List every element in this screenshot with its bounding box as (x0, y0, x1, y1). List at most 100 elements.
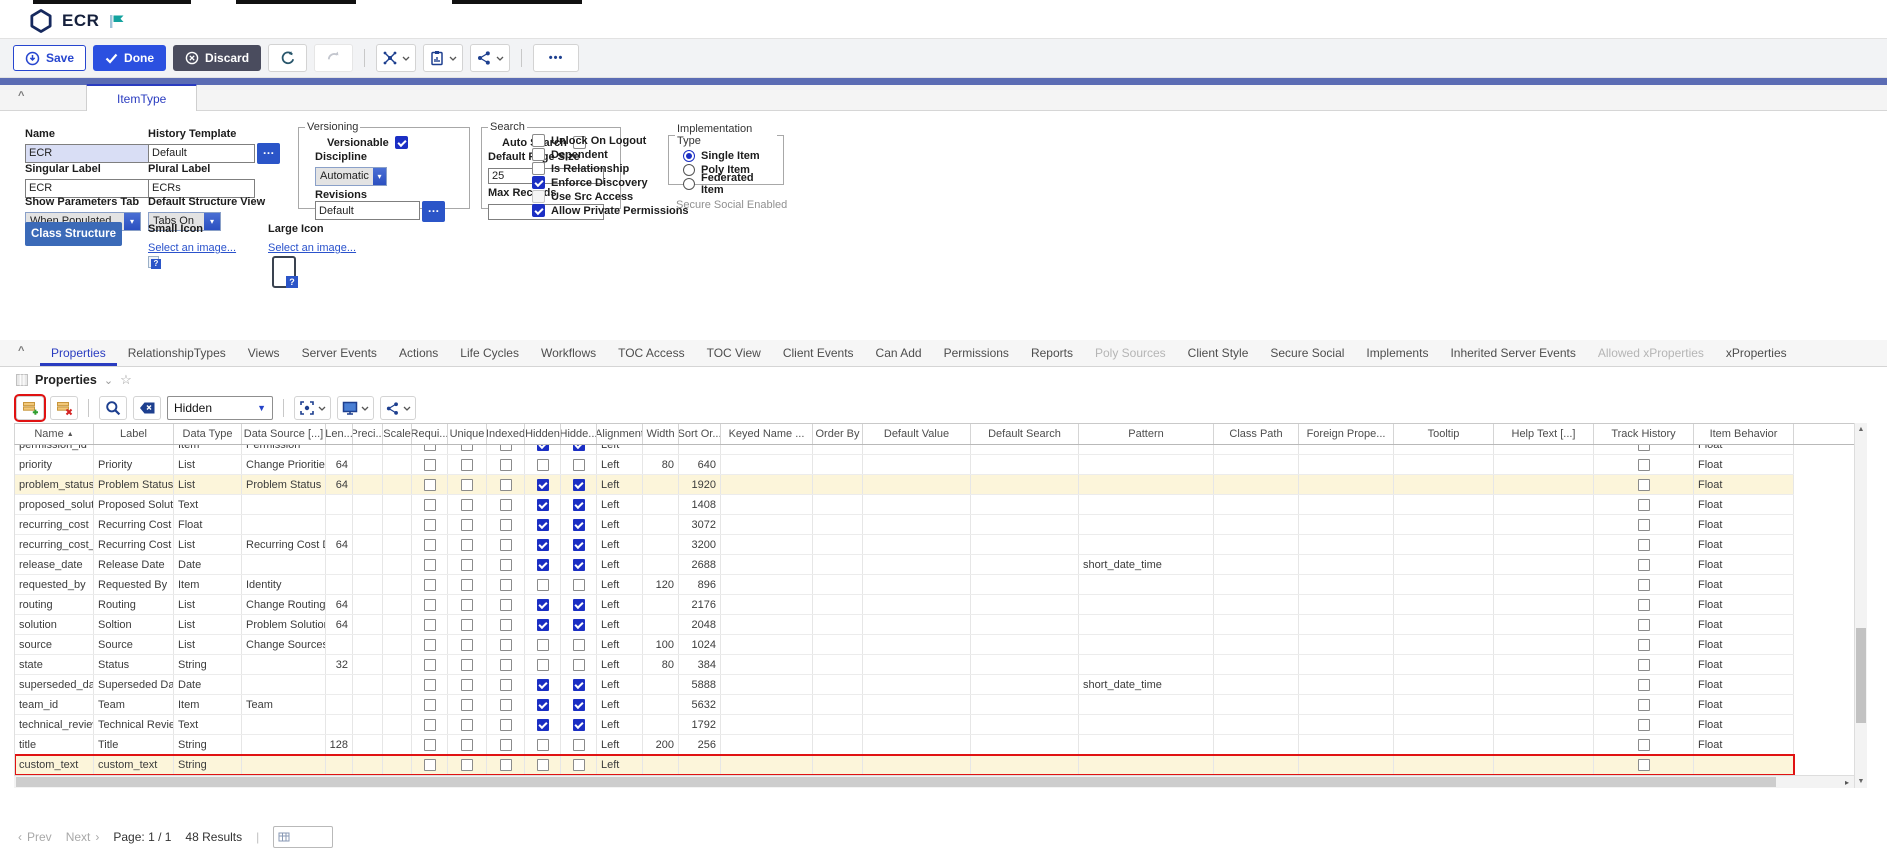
table-row[interactable]: team_idTeamItemTeamLeft5632Float (15, 695, 1794, 715)
table-row[interactable]: proposed_solutionProposed SolutionTextLe… (15, 495, 1794, 515)
checkbox[interactable] (573, 599, 585, 611)
column-header-width[interactable]: Width (643, 424, 679, 444)
focus-dropdown-button[interactable] (294, 396, 331, 420)
checkbox[interactable] (424, 519, 436, 531)
table-row[interactable]: recurring_cost_direc...Recurring Cost Di… (15, 535, 1794, 555)
favorite-star-icon[interactable]: ☆ (120, 372, 132, 388)
checkbox[interactable] (573, 579, 585, 591)
checkbox[interactable] (461, 479, 473, 491)
checkbox[interactable] (461, 739, 473, 751)
scroll-right-icon[interactable]: ▸ (1840, 776, 1854, 788)
display-dropdown-button[interactable] (337, 396, 374, 420)
discard-button[interactable]: Discard (173, 45, 261, 71)
checkbox[interactable] (573, 539, 585, 551)
checkbox[interactable] (424, 739, 436, 751)
column-header-preci[interactable]: Preci... (353, 424, 383, 444)
checkbox-unlock-on-logout[interactable] (532, 134, 545, 147)
checkbox[interactable] (424, 499, 436, 511)
checkbox[interactable] (424, 639, 436, 651)
grid-filter-select[interactable]: Hidden ▼ (167, 396, 273, 420)
checkbox[interactable] (424, 445, 436, 451)
checkbox[interactable] (537, 539, 549, 551)
checkbox[interactable] (537, 759, 549, 771)
checkbox[interactable] (500, 559, 512, 571)
checkbox[interactable] (1638, 579, 1650, 591)
checkbox[interactable] (500, 679, 512, 691)
scrollbar-thumb[interactable] (1856, 628, 1866, 723)
checkbox[interactable] (573, 719, 585, 731)
tab-can-add[interactable]: Can Add (865, 340, 933, 366)
checkbox[interactable] (461, 639, 473, 651)
tab-implements[interactable]: Implements (1355, 340, 1439, 366)
checkbox[interactable] (537, 699, 549, 711)
checkbox[interactable] (537, 445, 549, 451)
checkbox-dependent[interactable] (532, 148, 545, 161)
checkbox[interactable] (500, 639, 512, 651)
tab-properties[interactable]: Properties (40, 340, 117, 366)
checkbox-enforce-discovery[interactable] (532, 176, 545, 189)
tab-itemtype[interactable]: ItemType (86, 84, 197, 111)
checkbox[interactable] (461, 679, 473, 691)
checkbox[interactable] (537, 719, 549, 731)
checkbox[interactable] (424, 759, 436, 771)
tab-life-cycles[interactable]: Life Cycles (449, 340, 530, 366)
checkbox[interactable] (573, 479, 585, 491)
checkbox[interactable] (500, 659, 512, 671)
checkbox[interactable] (1638, 559, 1650, 571)
checkbox[interactable] (461, 599, 473, 611)
column-header-scale[interactable]: Scale (383, 424, 412, 444)
checkbox[interactable] (424, 559, 436, 571)
table-row[interactable]: custom_textcustom_textStringLeft (15, 755, 1794, 775)
tab-toc-view[interactable]: TOC View (696, 340, 772, 366)
checkbox[interactable] (573, 499, 585, 511)
impact-analysis-dropdown-button[interactable] (376, 44, 416, 72)
page-size-input[interactable] (273, 826, 333, 848)
checkbox[interactable] (573, 639, 585, 651)
collapse-panel-icon[interactable]: ^ (18, 345, 24, 357)
share-dropdown-button[interactable] (470, 44, 510, 72)
column-header-pattern[interactable]: Pattern (1079, 424, 1214, 444)
column-header-hidden[interactable]: Hidden (525, 424, 561, 444)
refresh-button[interactable] (268, 44, 307, 72)
checkbox[interactable] (573, 459, 585, 471)
column-header-help_text[interactable]: Help Text [...] (1494, 424, 1594, 444)
checkbox[interactable] (573, 445, 585, 451)
checkbox[interactable] (424, 679, 436, 691)
checkbox[interactable] (461, 579, 473, 591)
column-header-order_by[interactable]: Order By (813, 424, 863, 444)
checkbox[interactable] (537, 639, 549, 651)
versionable-checkbox[interactable] (395, 136, 408, 149)
column-header-indexed[interactable]: Indexed (487, 424, 525, 444)
large-icon-placeholder[interactable]: ? (272, 256, 296, 288)
table-row[interactable]: problem_statusProblem StatusListProblem … (15, 475, 1794, 495)
checkbox[interactable] (573, 679, 585, 691)
next-page-button[interactable]: Next › (66, 830, 100, 844)
radio-single-item[interactable] (683, 150, 695, 162)
column-header-tooltip[interactable]: Tooltip (1394, 424, 1494, 444)
checkbox[interactable] (461, 519, 473, 531)
checkbox[interactable] (500, 739, 512, 751)
table-row[interactable]: technical_reviewTechnical ReviewTextLeft… (15, 715, 1794, 735)
history-template-browse-button[interactable]: … (257, 143, 280, 164)
checkbox[interactable] (424, 599, 436, 611)
checkbox[interactable] (500, 445, 512, 451)
column-header-len[interactable]: Len... (326, 424, 353, 444)
tab-server-events[interactable]: Server Events (291, 340, 388, 366)
column-header-data_source[interactable]: Data Source [...] (242, 424, 326, 444)
singular-label-input[interactable] (25, 179, 153, 198)
checkbox[interactable] (461, 499, 473, 511)
column-header-keyed_name[interactable]: Keyed Name ... (721, 424, 813, 444)
reports-dropdown-button[interactable] (423, 44, 463, 72)
name-input[interactable] (25, 144, 153, 163)
column-header-name[interactable]: Name▲ (15, 424, 94, 444)
checkbox[interactable] (424, 459, 436, 471)
table-row[interactable]: titleTitleString128Left200256Float (15, 735, 1794, 755)
checkbox[interactable] (1638, 739, 1650, 751)
table-row[interactable]: release_dateRelease DateDateLeft2688shor… (15, 555, 1794, 575)
tab-views[interactable]: Views (237, 340, 291, 366)
scrollbar-thumb[interactable] (16, 777, 1776, 787)
scroll-up-icon[interactable]: ▲ (1855, 423, 1867, 436)
checkbox[interactable] (461, 559, 473, 571)
tab-workflows[interactable]: Workflows (530, 340, 607, 366)
column-header-hidden2[interactable]: Hidde... (561, 424, 597, 444)
